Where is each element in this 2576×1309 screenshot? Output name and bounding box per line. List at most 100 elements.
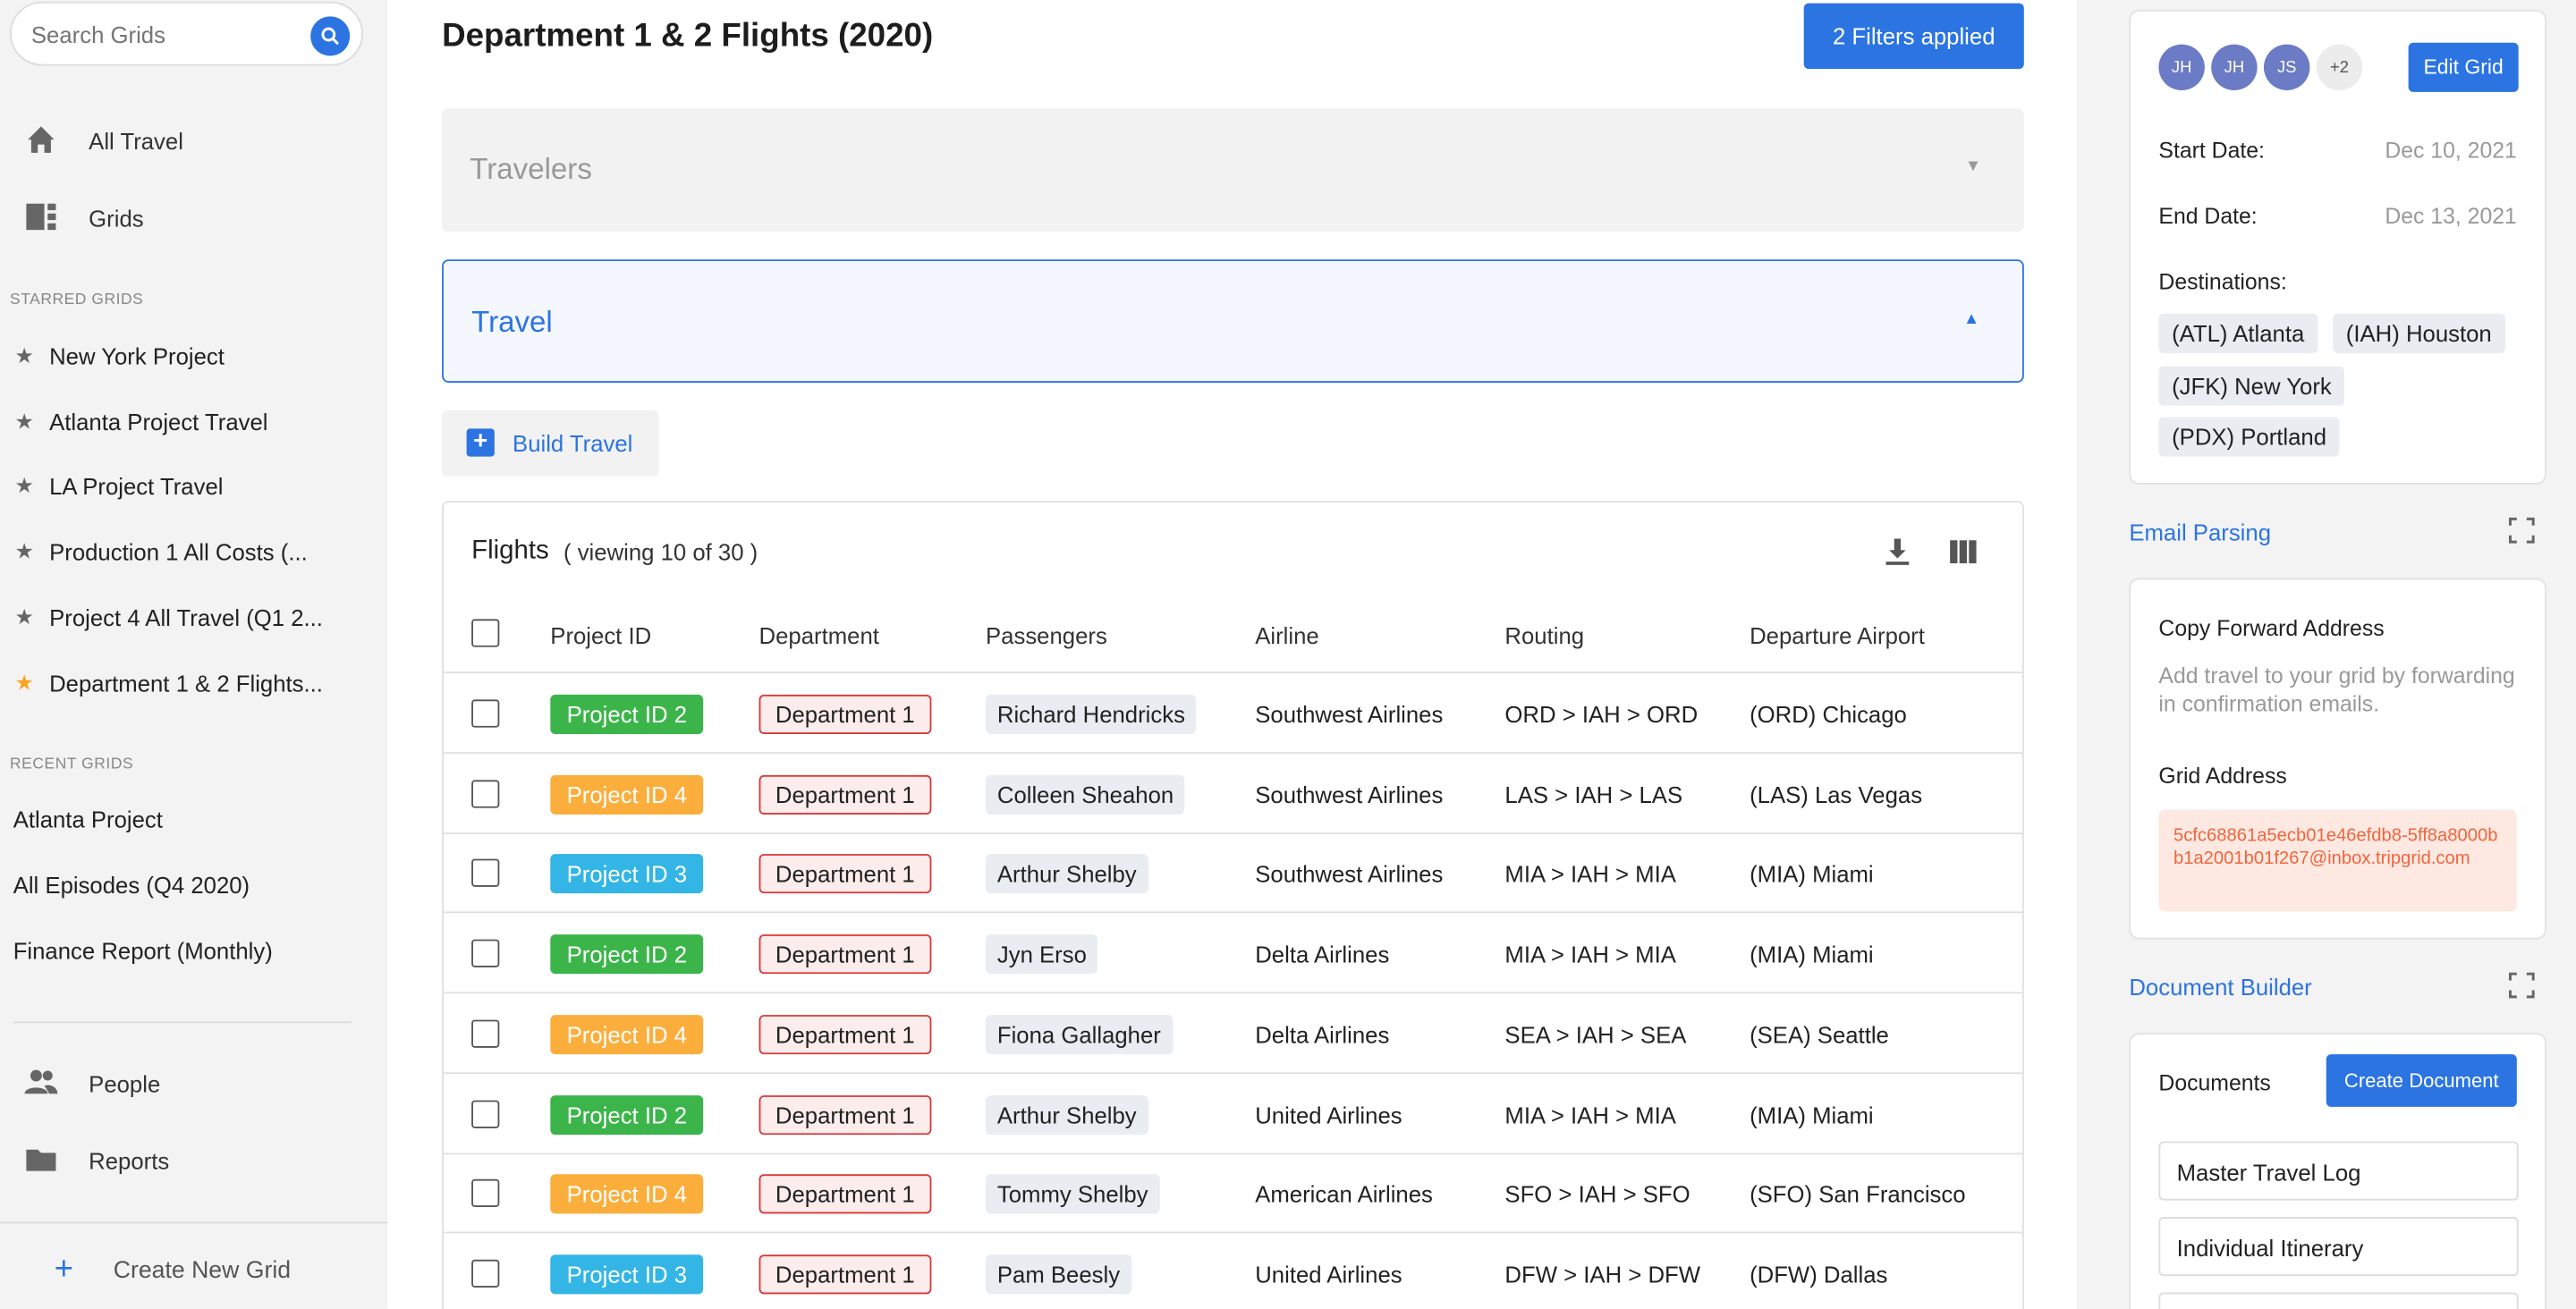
avatar-more[interactable]: +2 (2316, 44, 2363, 91)
document-item[interactable]: Master Travel Log (2158, 1141, 2519, 1201)
column-header[interactable]: Routing (1504, 622, 1584, 648)
expand-icon[interactable] (2507, 970, 2537, 1000)
column-header[interactable]: Airline (1255, 622, 1318, 648)
starred-grid-label: New York Project (49, 342, 225, 370)
airline-cell: Southwest Airlines (1255, 701, 1444, 728)
create-document-button[interactable]: Create Document (2326, 1054, 2517, 1107)
table-row[interactable]: Project ID 4 Department 1 Tommy Shelby Amer… (443, 1153, 2022, 1234)
column-header[interactable]: Passengers (986, 622, 1107, 648)
table-row[interactable]: Project ID 2 Department 1 Richard Hendrick… (443, 673, 2022, 755)
plus-square-icon: + (466, 427, 495, 457)
passenger-tag: Arthur Shelby (986, 1094, 1148, 1135)
travel-accordion[interactable]: Travel ▲ (442, 259, 2024, 383)
project-id-tag: Project ID 2 (550, 1094, 704, 1135)
plus-icon: + (54, 1251, 74, 1288)
airline-cell: Delta Airlines (1255, 1021, 1390, 1048)
avatar[interactable]: JS (2263, 44, 2310, 91)
nav-reports[interactable]: Reports (0, 1136, 387, 1186)
table-row[interactable]: Project ID 4 Department 1 Colleen Sheahon S… (443, 753, 2022, 834)
sidebar-divider (13, 1021, 352, 1024)
starred-grid-item[interactable]: ★ Project 4 All Travel (Q1 2... (0, 598, 387, 638)
departure-airport-cell: (DFW) Dallas (1750, 1261, 1888, 1288)
departure-airport-cell: (LAS) Las Vegas (1750, 781, 1923, 808)
edit-grid-button[interactable]: Edit Grid (2408, 42, 2519, 92)
project-id-tag: Project ID 4 (550, 774, 704, 815)
column-header[interactable]: Departure Airport (1750, 622, 1925, 648)
recent-grid-item[interactable]: Atlanta Project (13, 807, 163, 832)
departure-airport-cell: (ORD) Chicago (1750, 701, 1907, 728)
flights-count: ( viewing 10 of 30 ) (563, 538, 758, 565)
document-builder-title[interactable]: Document Builder (2129, 974, 2311, 1000)
flights-table-card: Flights ( viewing 10 of 30 ) Project ID … (442, 501, 2024, 1309)
row-checkbox[interactable] (471, 939, 500, 967)
home-icon (28, 126, 55, 153)
row-checkbox[interactable] (471, 1099, 500, 1127)
starred-grid-item[interactable]: ★ New York Project (0, 337, 387, 376)
end-date-value: Dec 13, 2021 (2385, 203, 2517, 229)
travel-label: Travel (471, 305, 553, 339)
build-travel-button[interactable]: + Build Travel (442, 410, 659, 477)
documents-title: Documents (2158, 1070, 2271, 1096)
row-checkbox[interactable] (471, 779, 500, 808)
routing-cell: ORD > IAH > ORD (1504, 701, 1699, 728)
document-item[interactable]: Individual Itinerary (2158, 1216, 2519, 1277)
starred-grid-item[interactable]: ★ Production 1 All Costs (... (0, 532, 387, 571)
routing-cell: MIA > IAH > MIA (1504, 1101, 1676, 1127)
nav-label: Grids (89, 205, 144, 232)
star-icon[interactable]: ★ (15, 343, 34, 369)
row-checkbox[interactable] (471, 699, 500, 728)
travelers-accordion[interactable]: Travelers ▼ (442, 108, 2024, 232)
table-row[interactable]: Project ID 2 Department 1 Arthur Shelby Uni… (443, 1073, 2022, 1154)
star-icon[interactable]: ★ (15, 538, 34, 564)
table-row[interactable]: Project ID 3 Department 1 Arthur Shelby Sou… (443, 833, 2022, 914)
destination-tag: (ATL) Atlanta (2158, 313, 2318, 353)
create-new-grid-button[interactable]: + Create New Grid (0, 1248, 387, 1297)
airline-cell: United Airlines (1255, 1101, 1402, 1127)
chevron-down-icon: ▼ (1964, 157, 1982, 176)
email-parsing-title[interactable]: Email Parsing (2129, 519, 2271, 545)
passenger-tag: Richard Hendricks (986, 694, 1197, 735)
project-id-tag: Project ID 4 (550, 1174, 704, 1214)
search-input[interactable] (30, 18, 294, 51)
recent-grid-item[interactable]: Finance Report (Monthly) (13, 938, 273, 964)
starred-grid-item-active[interactable]: ★ Department 1 & 2 Flights... (0, 663, 387, 703)
nav-grids[interactable]: Grids (0, 194, 387, 243)
starred-grids-title: STARRED GRIDS (10, 291, 144, 309)
star-icon[interactable]: ★ (15, 409, 34, 435)
nav-all-travel[interactable]: All Travel (0, 116, 387, 165)
star-icon[interactable]: ★ (15, 473, 34, 499)
departure-airport-cell: (MIA) Miami (1750, 941, 1874, 967)
destinations-label: Destinations: (2158, 269, 2287, 294)
star-icon[interactable]: ★ (15, 670, 34, 696)
row-checkbox[interactable] (471, 1019, 500, 1048)
right-panel: JH JH JS +2 Edit Grid Start Date: Dec 10… (2076, 0, 2576, 1309)
department-tag: Department 1 (758, 1174, 932, 1214)
search-button[interactable] (310, 16, 351, 56)
starred-grid-item[interactable]: ★ LA Project Travel (0, 467, 387, 506)
row-checkbox[interactable] (471, 1179, 500, 1208)
row-checkbox[interactable] (471, 859, 500, 888)
document-item[interactable] (2158, 1292, 2519, 1309)
filters-applied-button[interactable]: 2 Filters applied (1803, 3, 2024, 70)
table-row[interactable]: Project ID 3 Department 1 Pam Beesly United… (444, 1233, 2022, 1309)
starred-grid-item[interactable]: ★ Atlanta Project Travel (0, 402, 387, 442)
star-icon[interactable]: ★ (15, 604, 34, 630)
grid-address-value[interactable]: 5cfc68861a5ecb01e46efdb8-5ff8a8000bb1a20… (2158, 809, 2517, 912)
column-header[interactable]: Department (759, 622, 879, 648)
recent-grid-item[interactable]: All Episodes (Q4 2020) (13, 872, 250, 898)
row-checkbox[interactable] (471, 1259, 500, 1288)
nav-people[interactable]: People (0, 1060, 387, 1109)
columns-icon[interactable] (1946, 536, 1979, 569)
select-all-checkbox[interactable] (471, 619, 500, 647)
column-header[interactable]: Project ID (550, 622, 651, 648)
recent-grids-title: RECENT GRIDS (10, 755, 134, 774)
expand-icon[interactable] (2507, 516, 2537, 545)
destination-tag: (PDX) Portland (2158, 417, 2340, 457)
table-row[interactable]: Project ID 4 Department 1 Fiona Gallagher D… (443, 993, 2022, 1074)
end-date-label: End Date: (2158, 203, 2258, 229)
copy-forward-description: Add travel to your grid by forwarding in… (2158, 663, 2515, 716)
avatar[interactable]: JH (2211, 44, 2258, 91)
avatar[interactable]: JH (2158, 44, 2205, 91)
download-icon[interactable] (1881, 536, 1914, 569)
table-row[interactable]: Project ID 2 Department 1 Jyn Erso Delta Ai… (443, 913, 2022, 994)
